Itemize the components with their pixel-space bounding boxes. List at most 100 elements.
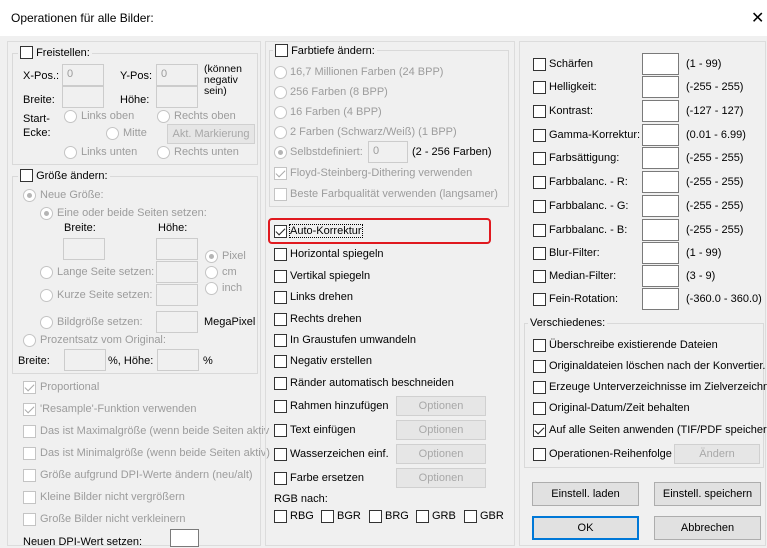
- radio-top-right[interactable]: [157, 110, 170, 123]
- radio-1bpp[interactable]: [274, 126, 287, 139]
- radio-top-left[interactable]: [64, 110, 77, 123]
- sharpen-input[interactable]: [642, 53, 679, 75]
- balance-g-input[interactable]: [642, 195, 679, 217]
- flip-v-checkbox[interactable]: [274, 270, 287, 283]
- crop-width-input[interactable]: [62, 86, 104, 108]
- rgb-grb-checkbox[interactable]: [416, 510, 429, 523]
- radio-new-size[interactable]: [23, 189, 36, 202]
- fine-rotation-input[interactable]: [642, 288, 679, 310]
- blur-checkbox[interactable]: [533, 247, 546, 260]
- balance-r-checkbox[interactable]: [533, 176, 546, 189]
- saturation-checkbox[interactable]: [533, 152, 546, 165]
- watermark-checkbox[interactable]: [274, 448, 287, 461]
- resize-width-input[interactable]: [63, 238, 105, 260]
- gamma-checkbox[interactable]: [533, 129, 546, 142]
- close-icon[interactable]: ✕: [751, 8, 764, 28]
- radio-percent[interactable]: [23, 334, 36, 347]
- min-size-checkbox[interactable]: [23, 447, 36, 460]
- radio-bottom-right[interactable]: [157, 146, 170, 159]
- blur-input[interactable]: [642, 242, 679, 264]
- radio-center[interactable]: [106, 127, 119, 140]
- radio-8bpp[interactable]: [274, 86, 287, 99]
- resize-checkbox[interactable]: [20, 169, 33, 182]
- ok-button[interactable]: OK: [532, 516, 639, 540]
- no-shrink-checkbox[interactable]: [23, 513, 36, 526]
- contrast-checkbox[interactable]: [533, 105, 546, 118]
- load-settings-button[interactable]: Einstell. laden: [532, 482, 639, 506]
- add-frame-checkbox[interactable]: [274, 400, 287, 413]
- change-order-button[interactable]: Ändern: [674, 444, 760, 464]
- fine-rotation-checkbox[interactable]: [533, 293, 546, 306]
- akt-markierung-button[interactable]: Akt. Markierung: [167, 124, 255, 144]
- resize-height-input[interactable]: [156, 238, 198, 260]
- dither-checkbox[interactable]: [274, 167, 287, 180]
- save-settings-button[interactable]: Einstell. speichern: [654, 482, 761, 506]
- watermark-options-button[interactable]: Optionen: [396, 444, 486, 464]
- pct-height-input[interactable]: [157, 349, 199, 371]
- max-size-checkbox[interactable]: [23, 425, 36, 438]
- color-options-button[interactable]: Optionen: [396, 468, 486, 488]
- balance-g-checkbox[interactable]: [533, 200, 546, 213]
- sharpen-checkbox[interactable]: [533, 58, 546, 71]
- radio-unit-inch[interactable]: [205, 282, 218, 295]
- cancel-button[interactable]: Abbrechen: [654, 516, 761, 540]
- best-quality-checkbox[interactable]: [274, 188, 287, 201]
- custom-colors-input[interactable]: 0: [368, 141, 408, 163]
- gamma-input[interactable]: [642, 124, 679, 146]
- color-depth-checkbox[interactable]: [275, 44, 288, 57]
- rgb-gbr-checkbox[interactable]: [464, 510, 477, 523]
- radio-long-side[interactable]: [40, 266, 53, 279]
- median-checkbox[interactable]: [533, 270, 546, 283]
- flip-h-checkbox[interactable]: [274, 248, 287, 261]
- rgb-brg-checkbox[interactable]: [369, 510, 382, 523]
- negative-checkbox[interactable]: [274, 355, 287, 368]
- contrast-input[interactable]: [642, 100, 679, 122]
- radio-24bpp[interactable]: [274, 66, 287, 79]
- no-enlarge-checkbox[interactable]: [23, 491, 36, 504]
- keep-date-checkbox[interactable]: [533, 402, 546, 415]
- radio-short-side[interactable]: [40, 289, 53, 302]
- proportional-checkbox[interactable]: [23, 381, 36, 394]
- radio-image-size[interactable]: [40, 316, 53, 329]
- rot-right-checkbox[interactable]: [274, 313, 287, 326]
- rgb-rbg-checkbox[interactable]: [274, 510, 287, 523]
- dpi-size-checkbox[interactable]: [23, 469, 36, 482]
- order-checkbox[interactable]: [533, 448, 546, 461]
- grayscale-checkbox[interactable]: [274, 334, 287, 347]
- radio-bottom-left[interactable]: [64, 146, 77, 159]
- median-input[interactable]: [642, 265, 679, 287]
- radio-one-or-both[interactable]: [40, 207, 53, 220]
- radio-unit-pixel[interactable]: [205, 250, 218, 263]
- image-size-input[interactable]: [156, 311, 198, 333]
- crop-height-input[interactable]: [156, 86, 198, 108]
- radio-4bpp[interactable]: [274, 106, 287, 119]
- radio-custom[interactable]: [274, 146, 287, 159]
- replace-color-checkbox[interactable]: [274, 472, 287, 485]
- pct-width-input[interactable]: [64, 349, 106, 371]
- brightness-checkbox[interactable]: [533, 81, 546, 94]
- balance-b-checkbox[interactable]: [533, 224, 546, 237]
- delete-original-checkbox[interactable]: [533, 360, 546, 373]
- subdirs-checkbox[interactable]: [533, 381, 546, 394]
- autocrop-checkbox[interactable]: [274, 377, 287, 390]
- crop-xpos-input[interactable]: 0: [62, 64, 104, 86]
- rgb-bgr-checkbox[interactable]: [321, 510, 334, 523]
- crop-ypos-input[interactable]: 0: [156, 64, 198, 86]
- auto-correct-checkbox[interactable]: [274, 225, 287, 238]
- short-side-input[interactable]: [156, 284, 198, 306]
- crop-checkbox[interactable]: [20, 46, 33, 59]
- add-text-checkbox[interactable]: [274, 424, 287, 437]
- all-pages-checkbox[interactable]: [533, 424, 546, 437]
- balance-b-input[interactable]: [642, 219, 679, 241]
- balance-r-input[interactable]: [642, 171, 679, 193]
- frame-options-button[interactable]: Optionen: [396, 396, 486, 416]
- text-options-button[interactable]: Optionen: [396, 420, 486, 440]
- radio-unit-cm[interactable]: [205, 266, 218, 279]
- brightness-input[interactable]: [642, 76, 679, 98]
- resample-checkbox[interactable]: [23, 403, 36, 416]
- long-side-input[interactable]: [156, 261, 198, 283]
- overwrite-checkbox[interactable]: [533, 339, 546, 352]
- new-dpi-input[interactable]: [170, 529, 199, 547]
- saturation-input[interactable]: [642, 147, 679, 169]
- rot-left-checkbox[interactable]: [274, 291, 287, 304]
